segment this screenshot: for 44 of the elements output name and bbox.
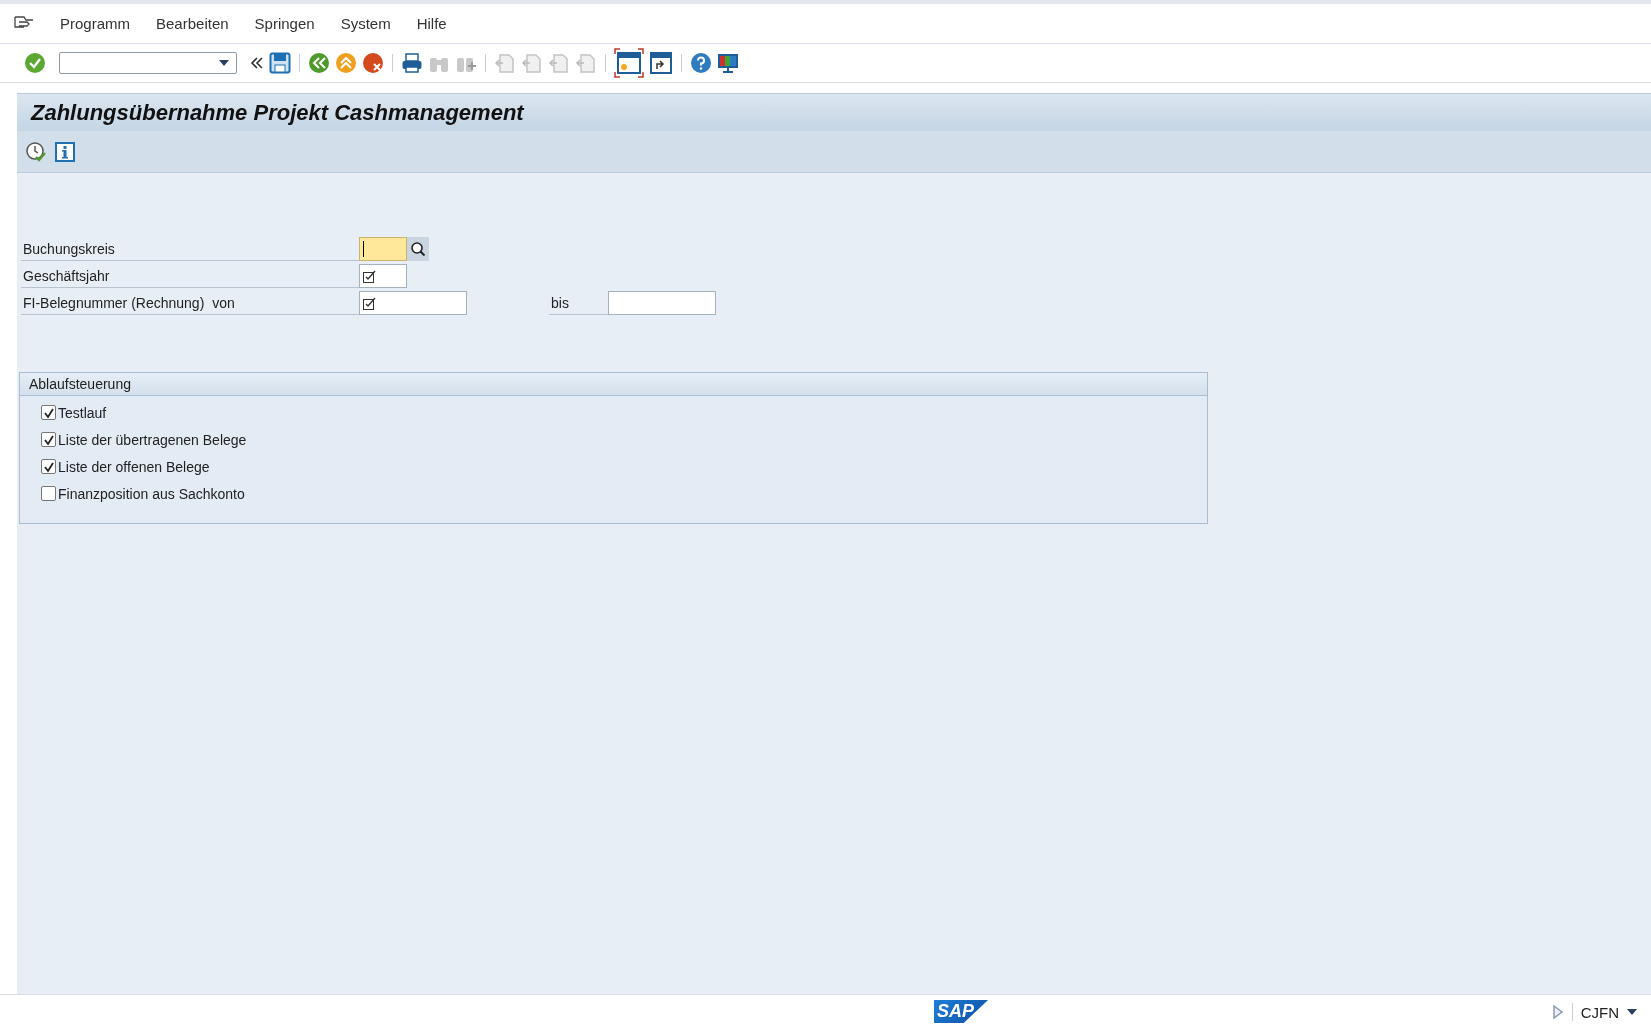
cancel-icon[interactable] xyxy=(362,52,384,74)
logo: SAP xyxy=(934,1000,988,1023)
dropdown-caret-icon xyxy=(218,59,230,67)
back-icon[interactable] xyxy=(308,52,330,74)
field-label: FI-Belegnummer (Rechnung) xyxy=(23,294,205,311)
search-help-icon[interactable] xyxy=(407,237,429,261)
enter-icon[interactable] xyxy=(24,52,46,74)
checkbox-label: Testlauf xyxy=(58,404,107,421)
menu-item[interactable]: Springen xyxy=(254,15,315,32)
input-field[interactable] xyxy=(608,291,716,315)
shortcut-window-icon[interactable] xyxy=(649,51,673,75)
collapse-icon[interactable] xyxy=(250,56,264,70)
checkbox[interactable] xyxy=(41,405,56,420)
clock-check-icon[interactable] xyxy=(25,140,47,163)
menu-item[interactable]: Bearbeiten xyxy=(156,15,229,32)
required-entry-icon xyxy=(363,269,376,283)
field-label: Buchungskreis xyxy=(23,240,115,257)
field-label: von xyxy=(212,294,235,311)
checkbox-label: Liste der offenen Belege xyxy=(58,458,210,475)
field-label: Geschäftsjahr xyxy=(23,267,110,284)
play-icon[interactable] xyxy=(1551,1004,1564,1020)
info-icon[interactable] xyxy=(55,141,75,162)
menu-item[interactable]: System xyxy=(340,15,391,32)
input-field[interactable] xyxy=(359,291,467,315)
dropdown-caret-icon[interactable] xyxy=(1627,1008,1637,1016)
transaction-code[interactable]: CJFN xyxy=(1580,1003,1619,1021)
checkbox[interactable] xyxy=(41,432,56,447)
input-field[interactable] xyxy=(359,264,407,288)
command-field[interactable] xyxy=(59,52,237,74)
required-entry-icon xyxy=(363,296,376,310)
screen-title: Zahlungsübernahme Projekt Cashmanagement xyxy=(31,99,524,126)
monitor-icon[interactable] xyxy=(717,52,739,74)
save-icon[interactable] xyxy=(269,52,291,74)
help-icon[interactable] xyxy=(690,52,712,74)
menu-item[interactable]: Programm xyxy=(60,15,130,32)
checkbox[interactable] xyxy=(41,486,56,501)
menu-item[interactable]: Hilfe xyxy=(416,15,447,32)
print-icon[interactable] xyxy=(401,52,423,74)
checkbox[interactable] xyxy=(41,459,56,474)
field-label: bis xyxy=(551,294,569,311)
group-title: Ablaufsteuerung xyxy=(29,376,131,392)
input-field[interactable] xyxy=(359,237,407,261)
checkbox-label: Liste der übertragenen Belege xyxy=(58,431,247,448)
checkbox-label: Finanzposition aus Sachkonto xyxy=(58,485,245,502)
